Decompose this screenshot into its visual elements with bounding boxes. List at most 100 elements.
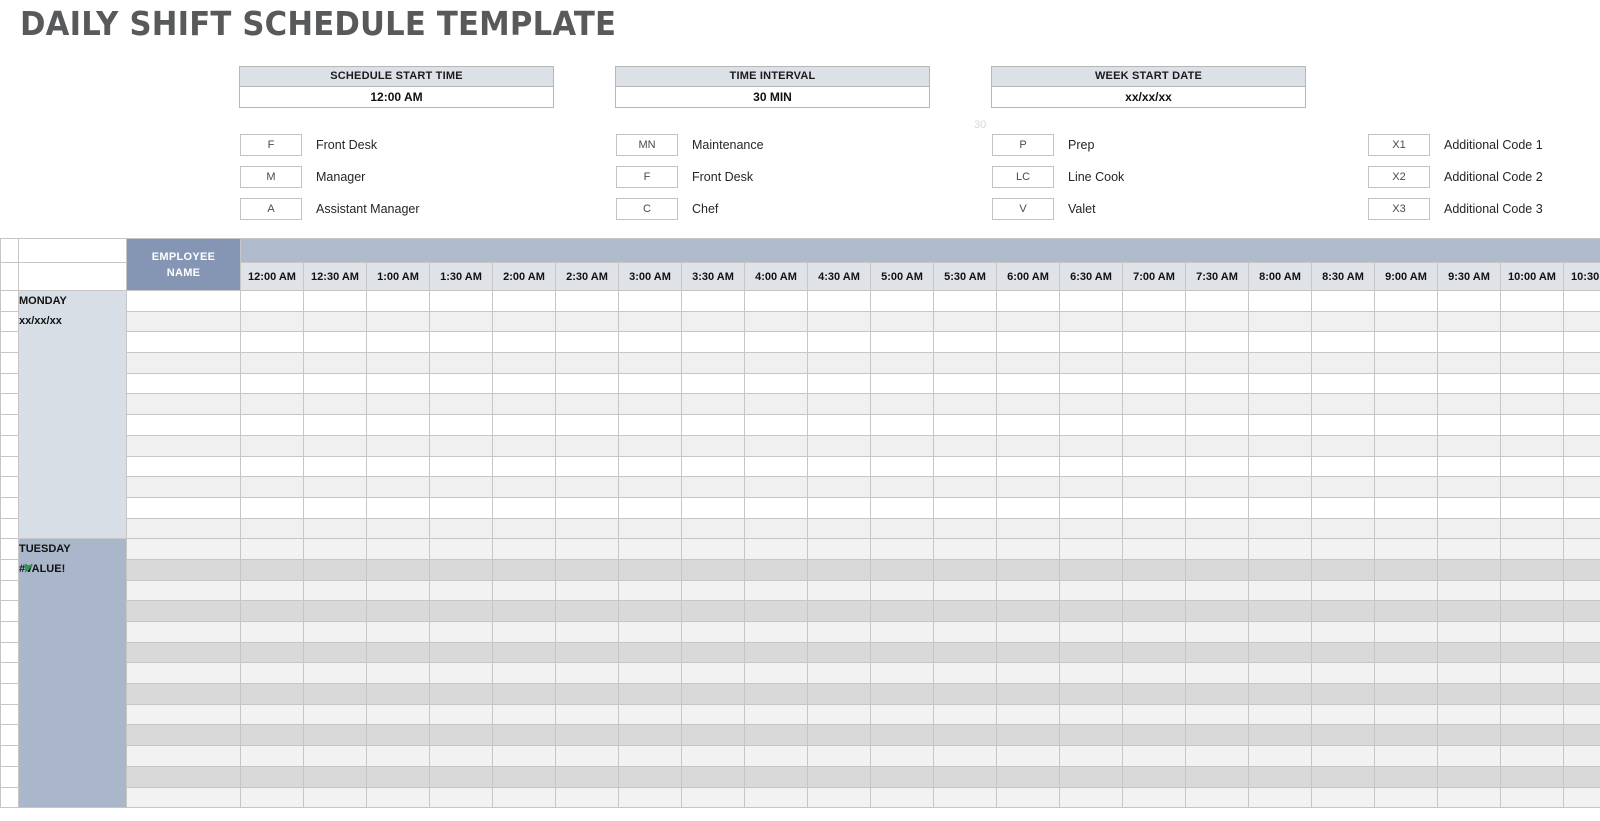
- shift-cell[interactable]: [366, 476, 430, 498]
- shift-cell[interactable]: [618, 745, 682, 767]
- employee-name-cell[interactable]: [126, 393, 241, 416]
- shift-cell[interactable]: [555, 724, 619, 747]
- shift-cell[interactable]: [807, 600, 871, 622]
- week-start-date-value[interactable]: xx/xx/xx: [991, 86, 1306, 108]
- shift-cell[interactable]: [1248, 786, 1312, 809]
- schedule-grid-scroll-area[interactable]: EMPLOYEE NAME 12:00 AM 12:30 AM 1:00 AM 1:3…: [0, 238, 1600, 821]
- shift-cell[interactable]: [744, 724, 808, 747]
- shift-cell[interactable]: [807, 745, 871, 767]
- shift-cell[interactable]: [1374, 745, 1438, 767]
- shift-cell[interactable]: [1500, 414, 1564, 436]
- shift-cell[interactable]: [933, 310, 997, 333]
- shift-cell[interactable]: [933, 372, 997, 395]
- shift-cell[interactable]: [996, 414, 1060, 436]
- shift-cell[interactable]: [429, 786, 493, 809]
- shift-cell[interactable]: [1185, 662, 1249, 685]
- shift-cell[interactable]: [555, 496, 619, 519]
- schedule-row[interactable]: [0, 621, 1600, 643]
- shift-cell[interactable]: [933, 538, 997, 560]
- shift-cell[interactable]: [303, 476, 367, 498]
- shift-cell[interactable]: [492, 600, 556, 622]
- shift-cell[interactable]: [240, 786, 304, 809]
- shift-cell[interactable]: [933, 476, 997, 498]
- legend-code-box[interactable]: V: [992, 198, 1054, 220]
- shift-cell[interactable]: [303, 538, 367, 560]
- time-slot-header[interactable]: 9:30 AM: [1437, 262, 1501, 291]
- shift-cell[interactable]: [1122, 496, 1186, 519]
- time-slot-header[interactable]: 5:30 AM: [933, 262, 997, 291]
- shift-cell[interactable]: [996, 641, 1060, 664]
- shift-cell[interactable]: [681, 352, 745, 374]
- shift-cell[interactable]: [1185, 310, 1249, 333]
- schedule-row[interactable]: [0, 517, 1600, 540]
- shift-cell[interactable]: [1563, 455, 1600, 478]
- shift-cell[interactable]: [1374, 372, 1438, 395]
- shift-cell[interactable]: [1500, 538, 1564, 560]
- shift-cell[interactable]: [1374, 703, 1438, 726]
- shift-cell[interactable]: [1248, 703, 1312, 726]
- shift-cell[interactable]: [1437, 621, 1501, 643]
- shift-cell[interactable]: [870, 517, 934, 540]
- shift-cell[interactable]: [618, 352, 682, 374]
- shift-cell[interactable]: [933, 455, 997, 478]
- shift-cell[interactable]: [555, 455, 619, 478]
- shift-cell[interactable]: [555, 745, 619, 767]
- shift-cell[interactable]: [303, 765, 367, 788]
- shift-cell[interactable]: [492, 786, 556, 809]
- day-date[interactable]: #VALUE!: [19, 559, 126, 579]
- shift-cell[interactable]: [1311, 703, 1375, 726]
- shift-cell[interactable]: [429, 745, 493, 767]
- shift-cell[interactable]: [744, 476, 808, 498]
- shift-cell[interactable]: [744, 496, 808, 519]
- shift-cell[interactable]: [555, 290, 619, 312]
- schedule-row[interactable]: [0, 765, 1600, 788]
- shift-cell[interactable]: [1563, 372, 1600, 395]
- shift-cell[interactable]: [555, 310, 619, 333]
- shift-cell[interactable]: [429, 393, 493, 416]
- shift-cell[interactable]: [1122, 683, 1186, 705]
- shift-cell[interactable]: [1122, 558, 1186, 581]
- shift-cell[interactable]: [1437, 683, 1501, 705]
- shift-cell[interactable]: [1059, 352, 1123, 374]
- shift-cell[interactable]: [618, 393, 682, 416]
- shift-cell[interactable]: [1437, 724, 1501, 747]
- shift-cell[interactable]: [303, 310, 367, 333]
- employee-name-cell[interactable]: [126, 621, 241, 643]
- shift-cell[interactable]: [492, 538, 556, 560]
- shift-cell[interactable]: [303, 352, 367, 374]
- shift-cell[interactable]: [492, 434, 556, 457]
- legend-code-box[interactable]: X2: [1368, 166, 1430, 188]
- employee-name-cell[interactable]: [126, 662, 241, 685]
- shift-cell[interactable]: [870, 538, 934, 560]
- shift-cell[interactable]: [870, 414, 934, 436]
- shift-cell[interactable]: [1185, 290, 1249, 312]
- shift-cell[interactable]: [240, 600, 304, 622]
- shift-cell[interactable]: [933, 786, 997, 809]
- shift-cell[interactable]: [1185, 724, 1249, 747]
- shift-cell[interactable]: [1122, 414, 1186, 436]
- shift-cell[interactable]: [492, 352, 556, 374]
- shift-cell[interactable]: [1122, 724, 1186, 747]
- shift-cell[interactable]: [1311, 310, 1375, 333]
- shift-cell[interactable]: [1374, 414, 1438, 436]
- shift-cell[interactable]: [933, 414, 997, 436]
- shift-cell[interactable]: [303, 724, 367, 747]
- shift-cell[interactable]: [1311, 724, 1375, 747]
- employee-name-cell[interactable]: [126, 724, 241, 747]
- shift-cell[interactable]: [1374, 352, 1438, 374]
- shift-cell[interactable]: [870, 372, 934, 395]
- shift-cell[interactable]: [807, 703, 871, 726]
- shift-cell[interactable]: [996, 724, 1060, 747]
- schedule-row[interactable]: [0, 558, 1600, 581]
- shift-cell[interactable]: [1185, 476, 1249, 498]
- shift-cell[interactable]: [1374, 786, 1438, 809]
- shift-cell[interactable]: [1437, 703, 1501, 726]
- shift-cell[interactable]: [1437, 558, 1501, 581]
- shift-cell[interactable]: [555, 352, 619, 374]
- shift-cell[interactable]: [807, 310, 871, 333]
- shift-cell[interactable]: [996, 290, 1060, 312]
- shift-cell[interactable]: [681, 331, 745, 354]
- shift-cell[interactable]: [555, 703, 619, 726]
- shift-cell[interactable]: [1437, 600, 1501, 622]
- shift-cell[interactable]: [303, 786, 367, 809]
